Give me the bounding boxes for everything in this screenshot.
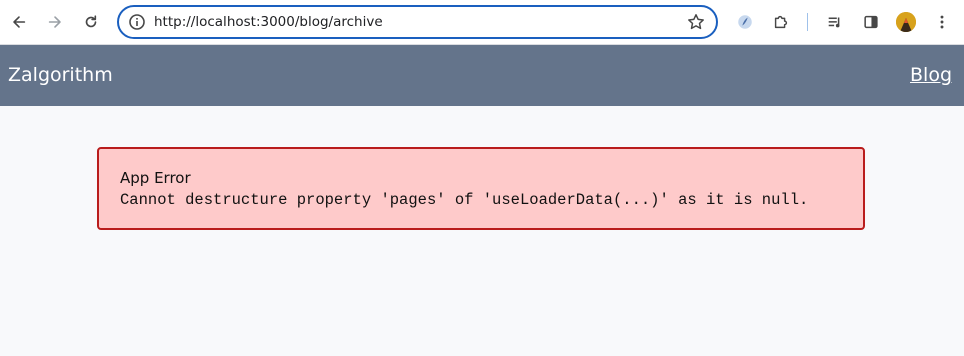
site-info-icon[interactable]: [127, 12, 147, 32]
toolbar-divider: [807, 13, 808, 31]
nav-link-blog[interactable]: Blog: [910, 64, 952, 86]
error-message: Cannot destructure property 'pages' of '…: [120, 191, 809, 209]
forward-arrow-icon[interactable]: [42, 9, 68, 35]
reload-icon[interactable]: [78, 9, 104, 35]
extension-icon[interactable]: [732, 9, 758, 35]
media-controls-icon[interactable]: [822, 9, 848, 35]
site-brand[interactable]: Zalgorithm: [8, 64, 113, 86]
browser-toolbar: http://localhost:3000/blog/archive: [0, 0, 964, 45]
extensions-puzzle-icon[interactable]: [768, 9, 794, 35]
profile-avatar-icon[interactable]: [896, 12, 916, 32]
site-header: Zalgorithm Blog: [0, 45, 964, 106]
url-text[interactable]: http://localhost:3000/blog/archive: [154, 14, 383, 30]
address-bar[interactable]: http://localhost:3000/blog/archive: [117, 5, 718, 39]
bookmark-star-icon[interactable]: [686, 12, 706, 32]
side-panel-icon[interactable]: [858, 9, 884, 35]
error-title: App Error: [120, 169, 191, 187]
back-arrow-icon[interactable]: [6, 9, 32, 35]
kebab-menu-icon[interactable]: [929, 9, 955, 35]
error-alert: App Error Cannot destructure property 'p…: [97, 147, 865, 230]
